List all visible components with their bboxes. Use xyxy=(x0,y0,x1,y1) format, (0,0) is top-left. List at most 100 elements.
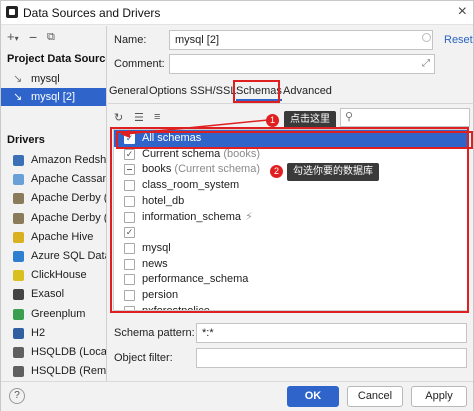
title-bar: Data Sources and Drivers × xyxy=(1,1,473,25)
search-icon: ⚲ xyxy=(345,111,354,123)
lightning-icon: ⚡ xyxy=(245,210,253,223)
window-title: Data Sources and Drivers xyxy=(23,6,161,20)
driver-icon xyxy=(13,231,24,243)
driver-label: Exasol xyxy=(31,288,65,301)
object-filter-input[interactable] xyxy=(196,348,467,368)
left-panel: +▾ − ⧉ Project Data Sources ↘ mysql ↘ mysql… xyxy=(1,26,107,381)
schema-label: mysql xyxy=(142,241,171,254)
schema-label: persion xyxy=(142,289,179,301)
schema-checkbox[interactable]: ✓ xyxy=(124,227,135,239)
add-icon[interactable]: +▾ xyxy=(7,29,19,44)
driver-label: HSQLDB (Local) xyxy=(31,346,107,358)
schema-label: information_schema xyxy=(142,210,242,223)
schema-label: Current schema xyxy=(142,147,221,160)
schema-label: books xyxy=(142,163,172,176)
schema-label: performance_schema xyxy=(142,273,249,286)
schema-row[interactable]: performance_schema xyxy=(114,271,467,288)
app-icon xyxy=(6,6,18,18)
data-source-item[interactable]: ↘ mysql [2] xyxy=(1,88,106,106)
driver-label: ClickHouse xyxy=(31,269,87,282)
driver-icon xyxy=(13,174,24,186)
driver-item[interactable]: H2 xyxy=(1,324,106,342)
schema-hint: (books) xyxy=(223,147,261,160)
driver-item[interactable]: Azure SQL Datab xyxy=(1,247,106,265)
annotation-tip-2: 勾选你要的数据库 xyxy=(287,163,379,181)
schema-row[interactable]: ✓ Current schema (books) xyxy=(114,146,467,163)
schema-label: pxforestpolice xyxy=(142,304,210,311)
reset-link[interactable]: Reset xyxy=(444,34,473,46)
tab-advanced[interactable]: Advanced xyxy=(283,85,332,97)
right-panel: Name: mysql [2] Reset Comment: ⤢ General… xyxy=(108,26,474,381)
schema-row[interactable]: hotel_db xyxy=(114,193,467,210)
driver-icon xyxy=(13,193,24,205)
help-button[interactable]: ? xyxy=(9,388,25,404)
driver-label: Apache Cassandra xyxy=(31,173,106,186)
driver-label: Amazon Redshift xyxy=(31,154,107,166)
schema-checkbox[interactable] xyxy=(124,274,135,286)
schema-row[interactable]: ✓ xyxy=(114,224,467,241)
schema-label: news xyxy=(142,257,168,270)
schema-checkbox[interactable]: ✓ xyxy=(124,148,135,160)
mysql-icon: ↘ xyxy=(13,91,23,103)
apply-button[interactable]: Apply xyxy=(411,386,467,407)
driver-item[interactable]: HSQLDB (Local) xyxy=(1,343,107,361)
schema-pattern-label: Schema pattern: xyxy=(114,327,195,339)
data-source-label: mysql xyxy=(31,73,60,85)
schema-row[interactable]: news xyxy=(114,256,467,273)
driver-item[interactable]: Apache Hive xyxy=(1,228,106,246)
driver-label: Apache Hive xyxy=(31,230,94,243)
driver-label: Greenplum xyxy=(31,307,86,320)
driver-item[interactable]: Apache Derby (R xyxy=(1,209,107,227)
schema-checkbox[interactable] xyxy=(124,290,135,301)
driver-item[interactable]: Apache Derby (E xyxy=(1,189,107,207)
color-dot-icon[interactable] xyxy=(422,33,431,42)
footer: ? OK Cancel Apply xyxy=(1,381,473,411)
data-source-item[interactable]: ↘ mysql xyxy=(1,70,106,88)
duplicate-icon[interactable]: ⧉ xyxy=(47,31,55,44)
ok-button[interactable]: OK xyxy=(287,386,339,407)
close-icon[interactable]: × xyxy=(458,3,467,21)
schema-search-input[interactable]: ⚲ xyxy=(340,108,470,127)
data-source-label: mysql [2] xyxy=(31,91,76,103)
driver-label: Apache Derby (R xyxy=(31,211,107,224)
driver-item[interactable]: Apache Cassandra xyxy=(1,170,106,188)
schema-checkbox[interactable] xyxy=(124,305,135,310)
driver-icon xyxy=(13,155,24,166)
object-filter-label: Object filter: xyxy=(114,352,173,364)
schema-checkbox[interactable] xyxy=(124,211,135,223)
schema-checkbox[interactable] xyxy=(124,258,135,270)
schema-checkbox[interactable] xyxy=(124,164,135,176)
driver-item[interactable]: Amazon Redshift xyxy=(1,151,107,169)
schema-checkbox[interactable] xyxy=(124,195,135,207)
schema-label: hotel_db xyxy=(142,194,185,207)
driver-icon xyxy=(13,289,24,301)
driver-item[interactable]: Greenplum xyxy=(1,305,106,323)
dialog-window: Data Sources and Drivers × +▾ − ⧉ Projec… xyxy=(0,0,474,411)
schema-hint: (Current schema) xyxy=(174,163,260,176)
schema-list: ✓ All schemas ✓ Current schema (books) books… xyxy=(113,129,468,311)
schema-pattern-input[interactable]: *:* xyxy=(196,323,467,343)
driver-label: H2 xyxy=(31,326,46,339)
schema-label: class_room_system xyxy=(142,179,240,192)
schema-row[interactable]: pxforestpolice xyxy=(114,303,467,311)
schema-checkbox[interactable] xyxy=(124,242,135,254)
project-data-sources-header: Project Data Sources xyxy=(7,53,107,65)
annotation-badge-2: 2 xyxy=(270,165,283,178)
cancel-button[interactable]: Cancel xyxy=(347,386,403,407)
driver-item[interactable]: ClickHouse xyxy=(1,266,106,284)
annotation-arrow-icon xyxy=(120,119,269,138)
expand-icon[interactable]: ⤢ xyxy=(422,58,430,69)
schema-row[interactable]: mysql xyxy=(114,240,467,257)
driver-item[interactable]: Exasol xyxy=(1,285,106,303)
schema-row[interactable]: information_schema ⚡ xyxy=(114,209,467,226)
driver-icon xyxy=(13,308,24,320)
schema-checkbox[interactable] xyxy=(124,180,135,192)
driver-label: HSQLDB (Remot xyxy=(31,365,107,378)
schema-row[interactable]: persion xyxy=(114,287,467,304)
driver-icon xyxy=(13,251,24,262)
remove-icon[interactable]: − xyxy=(29,29,37,45)
driver-label: Apache Derby (E xyxy=(31,192,107,205)
driver-icon xyxy=(13,212,24,224)
driver-item[interactable]: HSQLDB (Remot xyxy=(1,362,107,380)
mysql-icon: ↘ xyxy=(13,73,23,85)
